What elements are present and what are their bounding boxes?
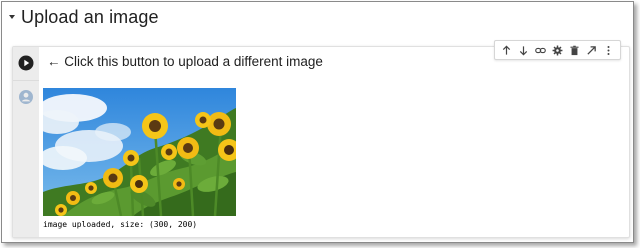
more-vert-icon[interactable] <box>600 42 617 58</box>
notebook-frame: Upload an image ← Click this button to u… <box>1 1 634 243</box>
output-user-icon <box>18 89 34 105</box>
link-icon[interactable] <box>532 42 549 58</box>
cell-gutter <box>13 47 39 237</box>
trash-icon[interactable] <box>566 42 583 58</box>
play-icon[interactable] <box>18 55 34 71</box>
output-text: image uploaded, size: (300, 200) <box>43 220 198 229</box>
gear-icon[interactable] <box>549 42 566 58</box>
sunflower-image <box>43 88 236 216</box>
arrow-down-icon[interactable] <box>515 42 532 58</box>
arrow-up-icon[interactable] <box>498 42 515 58</box>
code-comment-text[interactable]: ← Click this button to upload a differen… <box>47 54 323 69</box>
caret-down-icon[interactable] <box>5 10 19 24</box>
gutter-divider <box>13 80 39 81</box>
code-cell[interactable]: ← Click this button to upload a differen… <box>12 40 630 238</box>
cell-toolbar <box>494 40 621 60</box>
section-title: Upload an image <box>21 6 159 27</box>
section-header[interactable]: Upload an image <box>2 2 633 32</box>
open-in-new-icon[interactable] <box>583 42 600 58</box>
